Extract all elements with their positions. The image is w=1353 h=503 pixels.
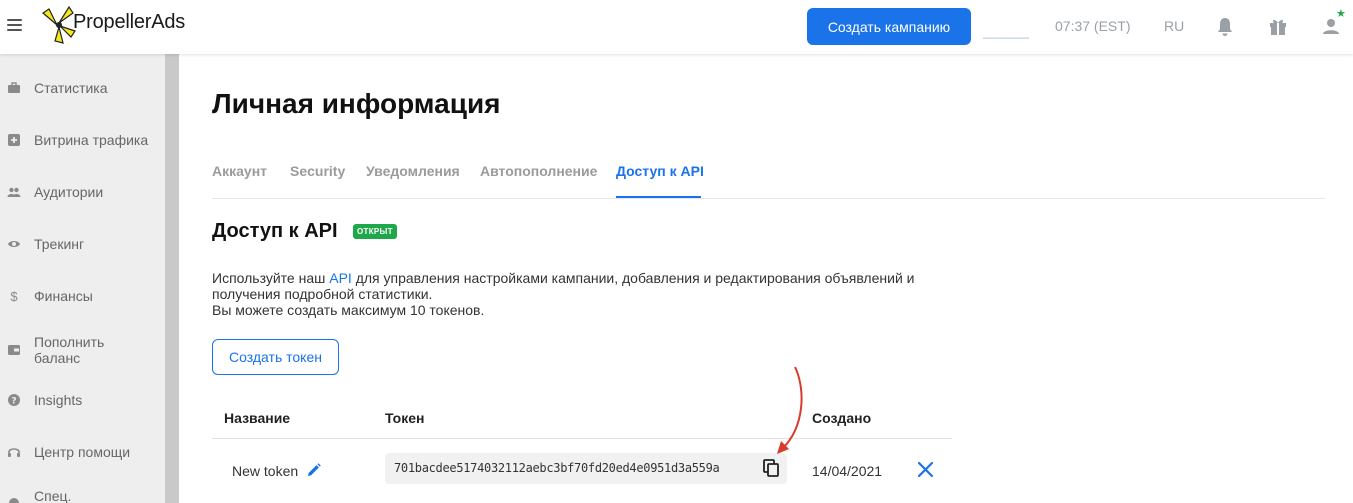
active-tab-indicator — [616, 196, 701, 198]
sidebar-item-label: Трекинг — [34, 236, 85, 252]
tab-notifications[interactable]: Уведомления — [366, 163, 460, 179]
sidebar: Статистика Витрина трафика Аудитории Тре… — [0, 54, 165, 503]
gift-icon[interactable] — [1268, 16, 1288, 36]
svg-text:?: ? — [11, 397, 16, 407]
brand-logo[interactable]: PropellerAds — [39, 5, 185, 45]
wallet-icon — [8, 345, 20, 355]
page-title: Личная информация — [212, 88, 501, 119]
language-switcher[interactable]: RU — [1164, 18, 1184, 34]
brand-name: PropellerAds — [73, 10, 186, 33]
briefcase-icon — [8, 82, 20, 93]
column-header-name: Название — [224, 410, 291, 426]
tab-api-access[interactable]: Доступ к API — [616, 163, 704, 179]
token-limit-text: Вы можете создать максимум 10 токенов. — [212, 302, 485, 318]
sidebar-item-label: Пополнить баланс — [34, 334, 105, 366]
tab-account[interactable]: Аккаунт — [212, 163, 267, 179]
tab-security[interactable]: Security — [290, 163, 345, 179]
annotation-arrow — [777, 366, 803, 454]
plus-box-icon — [8, 134, 20, 146]
edit-icon[interactable] — [307, 463, 321, 477]
api-docs-link[interactable]: API — [329, 270, 352, 286]
sidebar-item-label: Финансы — [34, 288, 93, 304]
bell-icon[interactable] — [1216, 17, 1234, 37]
api-description: Используйте наш API для управления настр… — [212, 270, 972, 318]
top-header: PropellerAds Создать кампанию ______ 07:… — [0, 0, 1353, 54]
sidebar-item-statistics[interactable]: Статистика — [0, 80, 165, 96]
sidebar-scrollbar[interactable] — [165, 54, 179, 503]
section-title: Доступ к API — [212, 220, 338, 242]
description-text: Используйте наш — [212, 270, 330, 286]
sidebar-item-label: Витрина трафика — [34, 132, 149, 148]
tab-auto-top-up[interactable]: Автопополнение — [480, 163, 597, 179]
table-divider — [212, 438, 952, 439]
token-field: 701bacdee5174032112aebc3bf70fd20ed4e0951… — [385, 453, 787, 484]
help-circle-icon: ? — [8, 394, 20, 407]
column-header-created: Создано — [812, 410, 872, 426]
sidebar-item-top-up[interactable]: Пополнить баланс — [0, 334, 165, 366]
sidebar-item-audiences[interactable]: Аудитории — [0, 184, 165, 200]
special-icon — [9, 498, 19, 503]
sidebar-item-label: Аудитории — [34, 184, 104, 200]
dollar-icon: $ — [10, 288, 18, 304]
balance-placeholder[interactable]: ______ — [983, 24, 1029, 39]
eye-icon — [8, 241, 20, 247]
sidebar-item-label: Статистика — [34, 80, 108, 96]
token-name: New token — [232, 463, 299, 479]
sidebar-item-special[interactable]: Спец. — [0, 488, 165, 503]
sidebar-item-finance[interactable]: $ Финансы — [0, 288, 165, 304]
sidebar-item-tracking[interactable]: Трекинг — [0, 236, 165, 252]
copy-icon[interactable] — [761, 458, 781, 478]
status-badge: ОТКРЫТ — [353, 224, 397, 239]
people-icon — [7, 187, 21, 197]
tab-bar: Аккаунт Security Уведомления Автопополне… — [212, 146, 1325, 199]
create-campaign-button[interactable]: Создать кампанию — [807, 8, 971, 45]
sidebar-item-label: Спец. — [34, 488, 72, 503]
headset-icon — [8, 448, 20, 457]
star-icon: ★ — [1336, 8, 1346, 20]
sidebar-item-label: Центр помощи — [34, 444, 131, 460]
sidebar-item-help-center[interactable]: Центр помощи — [0, 444, 165, 460]
sidebar-item-traffic-showcase[interactable]: Витрина трафика — [0, 132, 165, 148]
clock: 07:37 (EST) — [1055, 18, 1131, 34]
token-value[interactable]: 701bacdee5174032112aebc3bf70fd20ed4e0951… — [394, 461, 720, 475]
column-header-token: Токен — [385, 410, 425, 426]
close-icon[interactable] — [917, 461, 934, 478]
menu-icon[interactable] — [7, 19, 22, 31]
sidebar-item-label: Insights — [34, 392, 83, 408]
created-date: 14/04/2021 — [812, 463, 883, 479]
sidebar-item-insights[interactable]: ? Insights — [0, 392, 165, 408]
create-token-button[interactable]: Создать токен — [212, 339, 339, 375]
